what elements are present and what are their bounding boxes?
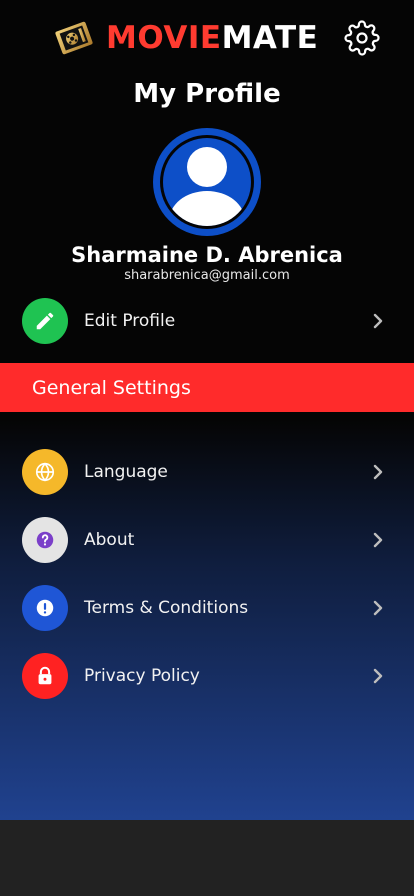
movie-ticket-logo-icon [52, 16, 96, 60]
general-settings-header: General Settings [0, 363, 414, 412]
chevron-right-icon [373, 668, 383, 684]
lock-icon [22, 653, 68, 699]
settings-item-language[interactable]: Language [0, 441, 414, 501]
settings-item-privacy[interactable]: Privacy Policy [0, 645, 414, 705]
settings-item-terms[interactable]: Terms & Conditions [0, 577, 414, 637]
edit-profile-label: Edit Profile [84, 311, 176, 331]
settings-item-label: Language [84, 462, 168, 482]
chevron-right-icon [373, 600, 383, 616]
user-email: sharabrenica@gmail.com [124, 268, 290, 283]
settings-item-about[interactable]: About [0, 509, 414, 569]
gear-icon [344, 20, 380, 56]
brand-title-part2: MATE [221, 20, 319, 56]
general-settings-title: General Settings [32, 377, 191, 399]
user-avatar-icon[interactable] [152, 127, 262, 237]
chevron-right-icon [373, 532, 383, 548]
settings-item-label: Privacy Policy [84, 666, 200, 686]
edit-profile-row[interactable]: Edit Profile [0, 290, 414, 350]
globe-icon [22, 449, 68, 495]
profile-screen: MOVIEMATE My Profile Sharmaine D. Abreni… [0, 0, 414, 820]
exclamation-icon [22, 585, 68, 631]
settings-button[interactable] [344, 20, 380, 56]
app-brand-title: MOVIEMATE [106, 18, 318, 58]
settings-item-label: Terms & Conditions [84, 598, 249, 618]
brand-title-part1: MOVIE [106, 20, 222, 56]
question-icon [22, 517, 68, 563]
chevron-right-icon [373, 313, 383, 329]
chevron-right-icon [373, 464, 383, 480]
user-name: Sharmaine D. Abrenica [71, 243, 343, 267]
page-title: My Profile [133, 79, 281, 109]
settings-item-label: About [84, 530, 135, 550]
pencil-icon [22, 298, 68, 344]
bottom-bar [0, 820, 414, 896]
